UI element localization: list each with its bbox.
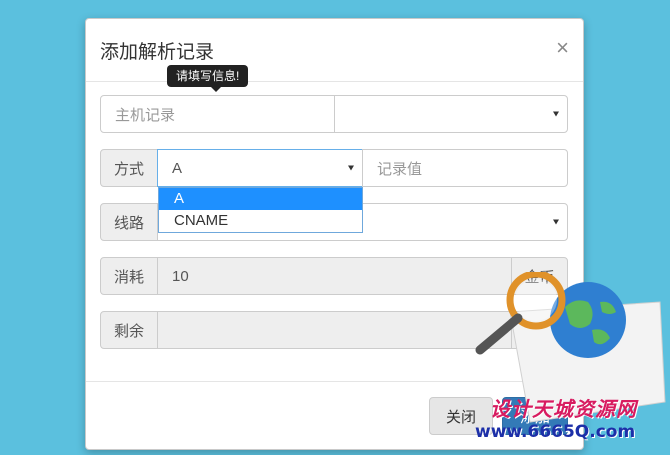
add-record-modal: 添加解析记录 × 请填写信息! 主机记录 方式 A 记录值 线路 消耗 10 金… xyxy=(85,18,584,450)
cost-value-field: 10 xyxy=(157,257,512,295)
method-select-value: A xyxy=(172,159,183,177)
method-label: 方式 xyxy=(100,149,158,187)
validation-tooltip: 请填写信息! xyxy=(167,65,249,92)
chevron-down-icon xyxy=(348,165,354,171)
remaining-suffix-text: 金币 xyxy=(524,322,555,340)
method-label-text: 方式 xyxy=(113,160,144,178)
modal-title: 添加解析记录 xyxy=(100,42,215,63)
cost-value: 10 xyxy=(172,267,189,285)
domain-select[interactable] xyxy=(334,95,568,133)
close-icon[interactable]: × xyxy=(556,37,569,59)
host-record-input[interactable]: 主机记录 xyxy=(100,95,335,133)
dropdown-option-cname[interactable]: CNAME xyxy=(159,210,362,232)
chevron-down-icon xyxy=(553,111,559,117)
watermark-text: 设计天城资源网 xyxy=(490,397,637,421)
remaining-label-text: 剩余 xyxy=(113,322,144,340)
watermark-url: www.6665Q.com xyxy=(475,422,636,442)
modal-header: 添加解析记录 × xyxy=(86,19,583,82)
method-dropdown-list: A CNAME xyxy=(158,187,363,233)
remaining-value-field xyxy=(157,311,512,349)
chevron-down-icon xyxy=(553,219,559,225)
line-label-text: 线路 xyxy=(113,214,144,232)
cost-suffix: 金币 xyxy=(511,257,568,295)
cost-label: 消耗 xyxy=(100,257,158,295)
dropdown-option-a[interactable]: A xyxy=(159,188,362,210)
line-label: 线路 xyxy=(100,203,158,241)
host-record-placeholder: 主机记录 xyxy=(115,106,176,124)
remaining-suffix: 金币 xyxy=(511,311,568,349)
record-value-input[interactable]: 记录值 xyxy=(362,149,568,187)
remaining-label: 剩余 xyxy=(100,311,158,349)
record-value-placeholder: 记录值 xyxy=(377,160,423,178)
method-select[interactable]: A xyxy=(157,149,363,187)
cost-label-text: 消耗 xyxy=(113,268,144,286)
cost-suffix-text: 金币 xyxy=(524,268,555,286)
